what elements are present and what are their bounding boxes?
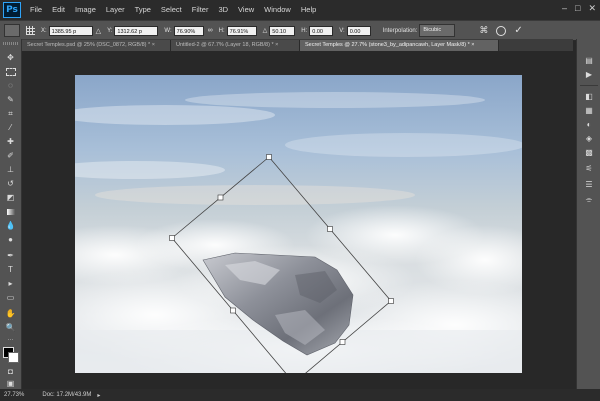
move-tool-icon[interactable]: ✥ [5, 53, 16, 62]
warp-mode-icon[interactable]: ⌘ [479, 25, 488, 36]
document-canvas[interactable] [75, 75, 522, 373]
interpolation-label: Interpolation: [382, 27, 418, 34]
adjustments-panel-icon[interactable]: ◐ [583, 119, 595, 129]
vskew-label: V: [339, 27, 345, 34]
menu-view[interactable]: View [233, 0, 259, 20]
blur-tool-icon[interactable]: 💧 [5, 221, 16, 230]
commit-transform-icon[interactable]: ✓ [514, 25, 522, 36]
layers-panel-icon[interactable]: ◈ [583, 133, 595, 143]
more-tools-icon[interactable]: ··· [5, 335, 16, 344]
menu-filter[interactable]: Filter [187, 0, 214, 20]
healing-brush-tool-icon[interactable]: ✚ [5, 137, 16, 146]
hskew-label: H: [301, 27, 308, 34]
h-label: H: [218, 27, 225, 34]
history-panel-icon[interactable]: ▤ [583, 55, 595, 65]
rectangle-tool-icon[interactable]: ▭ [5, 293, 16, 302]
color-panel-icon[interactable]: ◧ [583, 91, 595, 101]
options-bar: X: 1385.95 p △ Y: 1312.62 p W: 76.90% ∞ … [0, 20, 600, 41]
eyedropper-tool-icon[interactable]: ⁄ [5, 123, 16, 132]
w-label: W: [164, 27, 172, 34]
link-icon[interactable]: ∞ [208, 27, 213, 34]
panel-grip[interactable] [3, 42, 18, 45]
status-arrow-icon[interactable]: ▸ [97, 392, 100, 399]
eraser-tool-icon[interactable]: ◩ [5, 193, 16, 202]
height-field[interactable]: 76.91% [226, 25, 257, 36]
channels-panel-icon[interactable]: ▩ [583, 147, 595, 157]
lasso-tool-icon[interactable]: ◌ [5, 81, 16, 90]
vskew-field[interactable]: 0.00 [346, 25, 371, 36]
canvas-image [75, 75, 522, 373]
panels-dock: ▤ ▶ ◧ ▦ ◐ ◈ ▩ ⚟ ☰ ⌯ [576, 39, 600, 389]
angle-icon: △ [262, 28, 268, 34]
maximize-icon[interactable]: □ [575, 3, 580, 14]
y-label: Y: [107, 27, 113, 34]
quick-selection-tool-icon[interactable]: ✎ [5, 95, 16, 104]
tab-secret-temples-active[interactable]: Secret Temples @ 27.7% (stone3_by_adipan… [300, 40, 499, 51]
crop-tool-icon[interactable]: ⌗ [5, 109, 16, 118]
menu-help[interactable]: Help [296, 0, 321, 20]
photoshop-logo: Ps [3, 2, 21, 18]
gradient-tool-icon[interactable] [5, 207, 16, 216]
width-field[interactable]: 76.90% [173, 25, 204, 36]
hand-tool-icon[interactable]: ✋ [5, 309, 16, 318]
tab-untitled-2[interactable]: Untitled-2 @ 67.7% (Layer 18, RGB/8) * × [171, 40, 300, 51]
menu-type[interactable]: Type [130, 0, 156, 20]
actions-panel-icon[interactable]: ▶ [583, 69, 595, 79]
history-brush-tool-icon[interactable]: ↺ [5, 179, 16, 188]
zoom-tool-icon[interactable]: 🔍 [5, 323, 16, 332]
tab-secret-temples-psd[interactable]: Secret Temples.psd @ 25% (DSC_0872, RGB/… [22, 40, 171, 51]
swatches-panel-icon[interactable]: ▦ [583, 105, 595, 115]
document-tabs: Secret Temples.psd @ 25% (DSC_0872, RGB/… [22, 39, 573, 51]
menu-image[interactable]: Image [70, 0, 101, 20]
brush-panel-icon[interactable]: ⌯ [583, 195, 595, 205]
menu-edit[interactable]: Edit [47, 0, 70, 20]
cancel-transform-icon[interactable] [496, 25, 507, 36]
properties-panel-icon[interactable]: ☰ [583, 179, 595, 189]
transform-tool-icon[interactable] [4, 24, 20, 37]
interpolation-select[interactable]: Bicubic [419, 24, 456, 37]
y-field[interactable]: 1312.62 p [114, 25, 159, 36]
menu-3d[interactable]: 3D [213, 0, 233, 20]
x-label: X: [41, 27, 47, 34]
angle-field[interactable]: 50.10 [269, 25, 296, 36]
menu-layer[interactable]: Layer [101, 0, 130, 20]
tools-panel: ✥ ◌ ✎ ⌗ ⁄ ✚ ✐ ⊥ ↺ ◩ 💧 ● ✒ T ▸ ▭ ✋ 🔍 ··· … [0, 39, 22, 389]
type-tool-icon[interactable]: T [5, 265, 16, 274]
dock-divider [580, 85, 598, 86]
minimize-icon[interactable]: – [562, 3, 567, 14]
reference-point-icon[interactable] [26, 26, 35, 35]
zoom-level[interactable]: 27.73% [4, 392, 24, 398]
hskew-field[interactable]: 0.00 [309, 25, 334, 36]
close-icon[interactable]: ✕ [588, 3, 596, 14]
status-bar: 27.73% Doc: 17.2M/43.9M ▸ [0, 389, 600, 401]
menu-file[interactable]: File [25, 0, 47, 20]
brush-tool-icon[interactable]: ✐ [5, 151, 16, 160]
menu-select[interactable]: Select [156, 0, 187, 20]
x-field[interactable]: 1385.95 p [48, 25, 93, 36]
clone-stamp-tool-icon[interactable]: ⊥ [5, 165, 16, 174]
dodge-tool-icon[interactable]: ● [5, 235, 16, 244]
pen-tool-icon[interactable]: ✒ [5, 251, 16, 260]
relative-position-icon[interactable]: △ [96, 27, 101, 35]
document-size: Doc: 17.2M/43.9M [42, 392, 92, 398]
menu-bar: Ps File Edit Image Layer Type Select Fil… [0, 0, 600, 20]
quick-mask-icon[interactable]: ◘ [5, 367, 16, 376]
paths-panel-icon[interactable]: ⚟ [583, 163, 595, 173]
background-color-swatch[interactable] [8, 352, 19, 363]
window-controls: – □ ✕ [562, 3, 596, 14]
path-selection-tool-icon[interactable]: ▸ [5, 279, 16, 288]
screen-mode-icon[interactable]: ▣ [5, 379, 16, 388]
menu-window[interactable]: Window [259, 0, 296, 20]
marquee-tool-icon[interactable] [5, 67, 16, 76]
